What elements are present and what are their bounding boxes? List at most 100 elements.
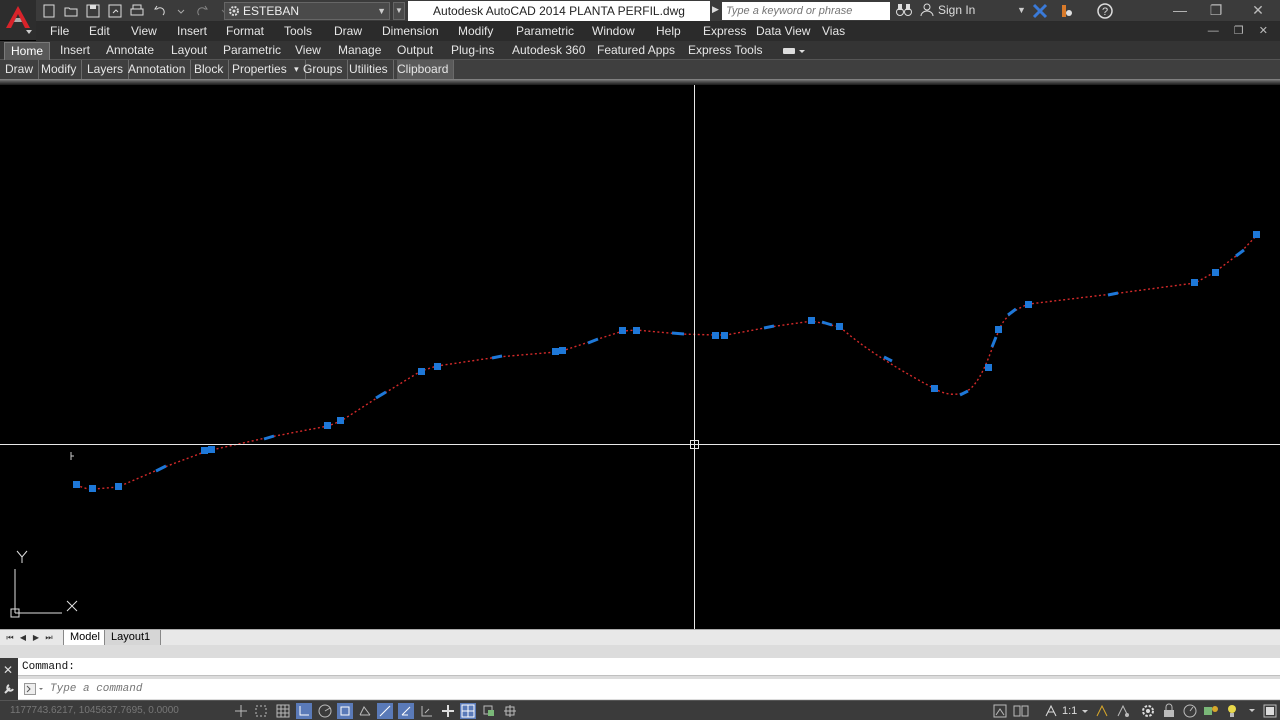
ribbon-minimize-toggle-icon[interactable] xyxy=(782,45,806,60)
undo-icon[interactable] xyxy=(150,2,168,20)
restore-button[interactable]: ❐ xyxy=(1196,0,1236,22)
application-menu-button[interactable] xyxy=(0,0,36,40)
lineweight-icon[interactable] xyxy=(440,703,458,719)
menu-draw[interactable]: Draw xyxy=(334,24,362,38)
selection-cycling-icon[interactable] xyxy=(502,703,520,719)
object-snap-tracking-icon[interactable] xyxy=(377,703,395,719)
tab-layout[interactable]: Layout xyxy=(171,43,207,57)
tab-express-tools[interactable]: Express Tools xyxy=(688,43,762,57)
tab-output[interactable]: Output xyxy=(397,43,433,57)
tab-plug-ins[interactable]: Plug-ins xyxy=(451,43,494,57)
exchange-apps-icon[interactable] xyxy=(1032,3,1048,22)
tab-autodesk-360[interactable]: Autodesk 360 xyxy=(512,43,585,57)
tab-featured-apps[interactable]: Featured Apps xyxy=(597,43,675,57)
transparency-icon[interactable] xyxy=(460,703,478,719)
menu-help[interactable]: Help xyxy=(656,24,681,38)
object-snap-icon[interactable] xyxy=(337,703,355,719)
dynamic-input-icon[interactable] xyxy=(419,703,437,719)
redo-icon[interactable] xyxy=(194,2,212,20)
tab-parametric[interactable]: Parametric xyxy=(223,43,281,57)
annotation-scale-icon[interactable] xyxy=(1043,703,1061,719)
panel-properties[interactable]: Properties ▾ xyxy=(232,60,306,79)
drawing-window-controls[interactable]: — ❐ ✕ xyxy=(1208,24,1274,37)
menu-vias[interactable]: Vias xyxy=(822,24,845,38)
menu-file[interactable]: File xyxy=(50,24,69,38)
panel-modify[interactable]: Modify xyxy=(41,60,83,79)
minimize-button[interactable]: — xyxy=(1160,0,1200,22)
command-prompt-icon[interactable] xyxy=(24,683,46,698)
model-space-icon[interactable] xyxy=(992,703,1010,719)
panel-draw[interactable]: Draw xyxy=(5,60,40,79)
status-bar-menu-icon[interactable] xyxy=(1244,703,1262,719)
grid-display-icon[interactable] xyxy=(275,703,293,719)
binoculars-icon[interactable] xyxy=(896,3,912,20)
lock-icon[interactable] xyxy=(1161,703,1179,719)
chevron-down-icon[interactable]: ▼ xyxy=(1017,5,1026,15)
undo-dropdown-icon[interactable] xyxy=(172,2,190,20)
last-layout-icon[interactable]: ⏭ xyxy=(43,631,55,644)
panel-annotation[interactable]: Annotation xyxy=(128,60,192,79)
search-expand-icon[interactable]: ▶ xyxy=(712,4,719,15)
panel-utilities[interactable]: Utilities xyxy=(349,60,394,79)
coordinates-readout[interactable]: 1177743.6217, 1045637.7695, 0.0000 xyxy=(10,705,179,716)
help-icon[interactable]: ? xyxy=(1096,2,1114,23)
stay-connected-icon[interactable] xyxy=(1056,3,1074,22)
menu-tools[interactable]: Tools xyxy=(284,24,312,38)
infer-constraints-icon[interactable] xyxy=(233,703,251,719)
panel-groups[interactable]: Groups xyxy=(303,60,349,79)
tab-layout1[interactable]: Layout1 xyxy=(104,630,162,646)
panel-layers[interactable]: Layers xyxy=(87,60,130,79)
workspace-menu-button[interactable]: ▼ xyxy=(393,2,405,20)
wrench-icon[interactable] xyxy=(3,683,15,698)
quick-properties-icon[interactable] xyxy=(481,703,499,719)
lightbulb-icon[interactable] xyxy=(1224,703,1242,719)
menu-express[interactable]: Express xyxy=(703,24,746,38)
quick-view-layouts-icon[interactable] xyxy=(1013,703,1031,719)
menu-insert[interactable]: Insert xyxy=(177,24,207,38)
workspace-dropdown[interactable]: ESTEBAN ▼ xyxy=(224,2,390,20)
tab-model[interactable]: Model xyxy=(63,630,107,646)
new-icon[interactable] xyxy=(40,2,58,20)
annotation-visibility-icon[interactable] xyxy=(1094,703,1112,719)
isolate-objects-icon[interactable] xyxy=(1203,703,1221,719)
menu-modify[interactable]: Modify xyxy=(458,24,493,38)
panel-block[interactable]: Block xyxy=(194,60,230,79)
menu-format[interactable]: Format xyxy=(226,24,264,38)
menu-edit[interactable]: Edit xyxy=(89,24,110,38)
panel-clipboard[interactable]: Clipboard xyxy=(397,60,455,79)
tab-view[interactable]: View xyxy=(295,43,321,57)
annotation-scale-value[interactable]: 1:1 xyxy=(1062,705,1077,717)
plot-icon[interactable] xyxy=(128,2,146,20)
tab-insert[interactable]: Insert xyxy=(60,43,90,57)
close-icon[interactable]: ✕ xyxy=(3,663,13,677)
clean-screen-icon[interactable] xyxy=(1262,703,1280,719)
search-input[interactable] xyxy=(722,2,890,20)
workspace-switching-icon[interactable] xyxy=(1140,703,1158,719)
menu-parametric[interactable]: Parametric xyxy=(516,24,574,38)
save-icon[interactable] xyxy=(84,2,102,20)
tab-annotate[interactable]: Annotate xyxy=(106,43,154,57)
next-layout-icon[interactable]: ▶ xyxy=(30,631,42,644)
command-input[interactable] xyxy=(50,681,1050,697)
tab-manage[interactable]: Manage xyxy=(338,43,381,57)
first-layout-icon[interactable]: ⏮ xyxy=(4,631,16,644)
ortho-mode-icon[interactable] xyxy=(296,703,314,719)
hardware-acceleration-icon[interactable] xyxy=(1182,703,1200,719)
polar-tracking-icon[interactable] xyxy=(317,703,335,719)
profile-polyline[interactable] xyxy=(75,234,1258,490)
menu-data-view[interactable]: Data View xyxy=(756,24,810,38)
open-icon[interactable] xyxy=(62,2,80,20)
save-as-icon[interactable] xyxy=(106,2,124,20)
grips[interactable] xyxy=(73,231,1260,492)
3d-object-snap-icon[interactable] xyxy=(357,703,375,719)
menu-dimension[interactable]: Dimension xyxy=(382,24,439,38)
auto-scale-icon[interactable] xyxy=(1115,703,1133,719)
menu-window[interactable]: Window xyxy=(592,24,635,38)
sign-in-link[interactable]: Sign In xyxy=(938,3,975,17)
snap-mode-icon[interactable] xyxy=(253,703,271,719)
tab-home[interactable]: Home xyxy=(4,42,51,60)
close-button[interactable]: ✕ xyxy=(1238,0,1278,22)
dynamic-ucs-icon[interactable] xyxy=(398,703,416,719)
drawing-canvas[interactable]: Y X xyxy=(0,85,1280,629)
menu-view[interactable]: View xyxy=(131,24,157,38)
